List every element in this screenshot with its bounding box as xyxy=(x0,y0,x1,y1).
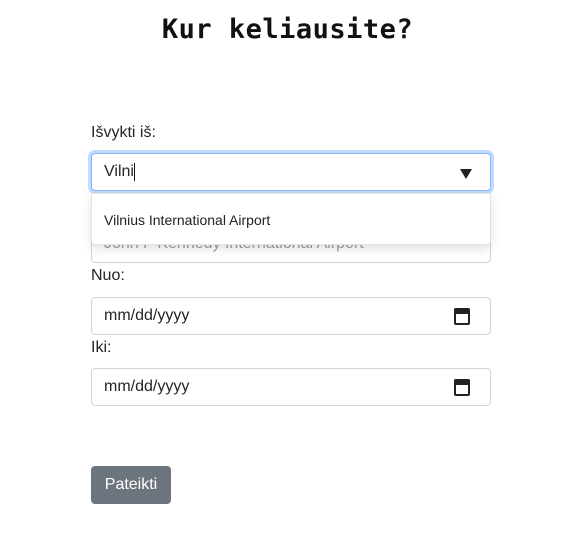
iki-date-input[interactable]: mm/dd/yyyy xyxy=(91,368,491,406)
calendar-icon[interactable] xyxy=(454,307,470,325)
nuo-date-input[interactable]: mm/dd/yyyy xyxy=(91,297,491,335)
from-input[interactable]: Vilni xyxy=(104,162,460,181)
iki-label: Iki: xyxy=(91,339,112,356)
page: Kur keliausite? Išvykti iš: Vilni John F… xyxy=(0,0,575,538)
iki-date-placeholder: mm/dd/yyyy xyxy=(104,378,190,395)
nuo-label: Nuo: xyxy=(91,267,125,284)
text-cursor xyxy=(133,162,135,181)
page-title: Kur keliausite? xyxy=(161,14,414,45)
triangle-down-icon[interactable] xyxy=(460,169,472,179)
autocomplete-dropdown: Vilnius International Airport xyxy=(91,193,491,245)
nuo-date-placeholder: mm/dd/yyyy xyxy=(104,307,190,324)
from-label: Išvykti iš: xyxy=(91,124,156,141)
from-combobox[interactable]: Vilni xyxy=(91,153,491,191)
calendar-icon[interactable] xyxy=(454,378,470,396)
dropdown-option[interactable]: Vilnius International Airport xyxy=(104,212,490,228)
submit-button[interactable]: Pateikti xyxy=(91,466,171,504)
